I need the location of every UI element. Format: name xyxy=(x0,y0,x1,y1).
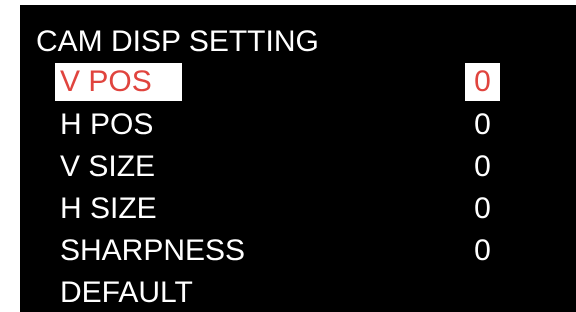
menu-item-default[interactable]: DEFAULT xyxy=(55,274,557,312)
menu-item-v-size[interactable]: V SIZE 0 xyxy=(55,148,557,186)
menu-item-value[interactable]: 0 xyxy=(465,63,500,101)
osd-menu-panel: CAM DISP SETTING V POS 0 H POS 0 V SIZE … xyxy=(20,5,576,312)
menu-item-label: H SIZE xyxy=(60,192,157,225)
menu-item-label: V SIZE xyxy=(60,150,156,183)
menu-item-h-size[interactable]: H SIZE 0 xyxy=(55,190,557,228)
menu-item-v-pos[interactable]: V POS 0 xyxy=(55,63,557,101)
menu-item-value[interactable]: 0 xyxy=(465,232,500,270)
menu-item-label: DEFAULT xyxy=(60,276,193,309)
menu-item-label: V POS xyxy=(55,63,182,101)
menu-item-value[interactable]: 0 xyxy=(465,190,500,228)
menu-title: CAM DISP SETTING xyxy=(36,25,319,58)
menu-item-label: H POS xyxy=(60,108,154,141)
menu-item-value[interactable]: 0 xyxy=(465,106,500,144)
menu-item-value[interactable]: 0 xyxy=(465,148,500,186)
menu-item-label: SHARPNESS xyxy=(60,234,246,267)
menu-item-sharpness[interactable]: SHARPNESS 0 xyxy=(55,232,557,270)
menu-item-h-pos[interactable]: H POS 0 xyxy=(55,106,557,144)
